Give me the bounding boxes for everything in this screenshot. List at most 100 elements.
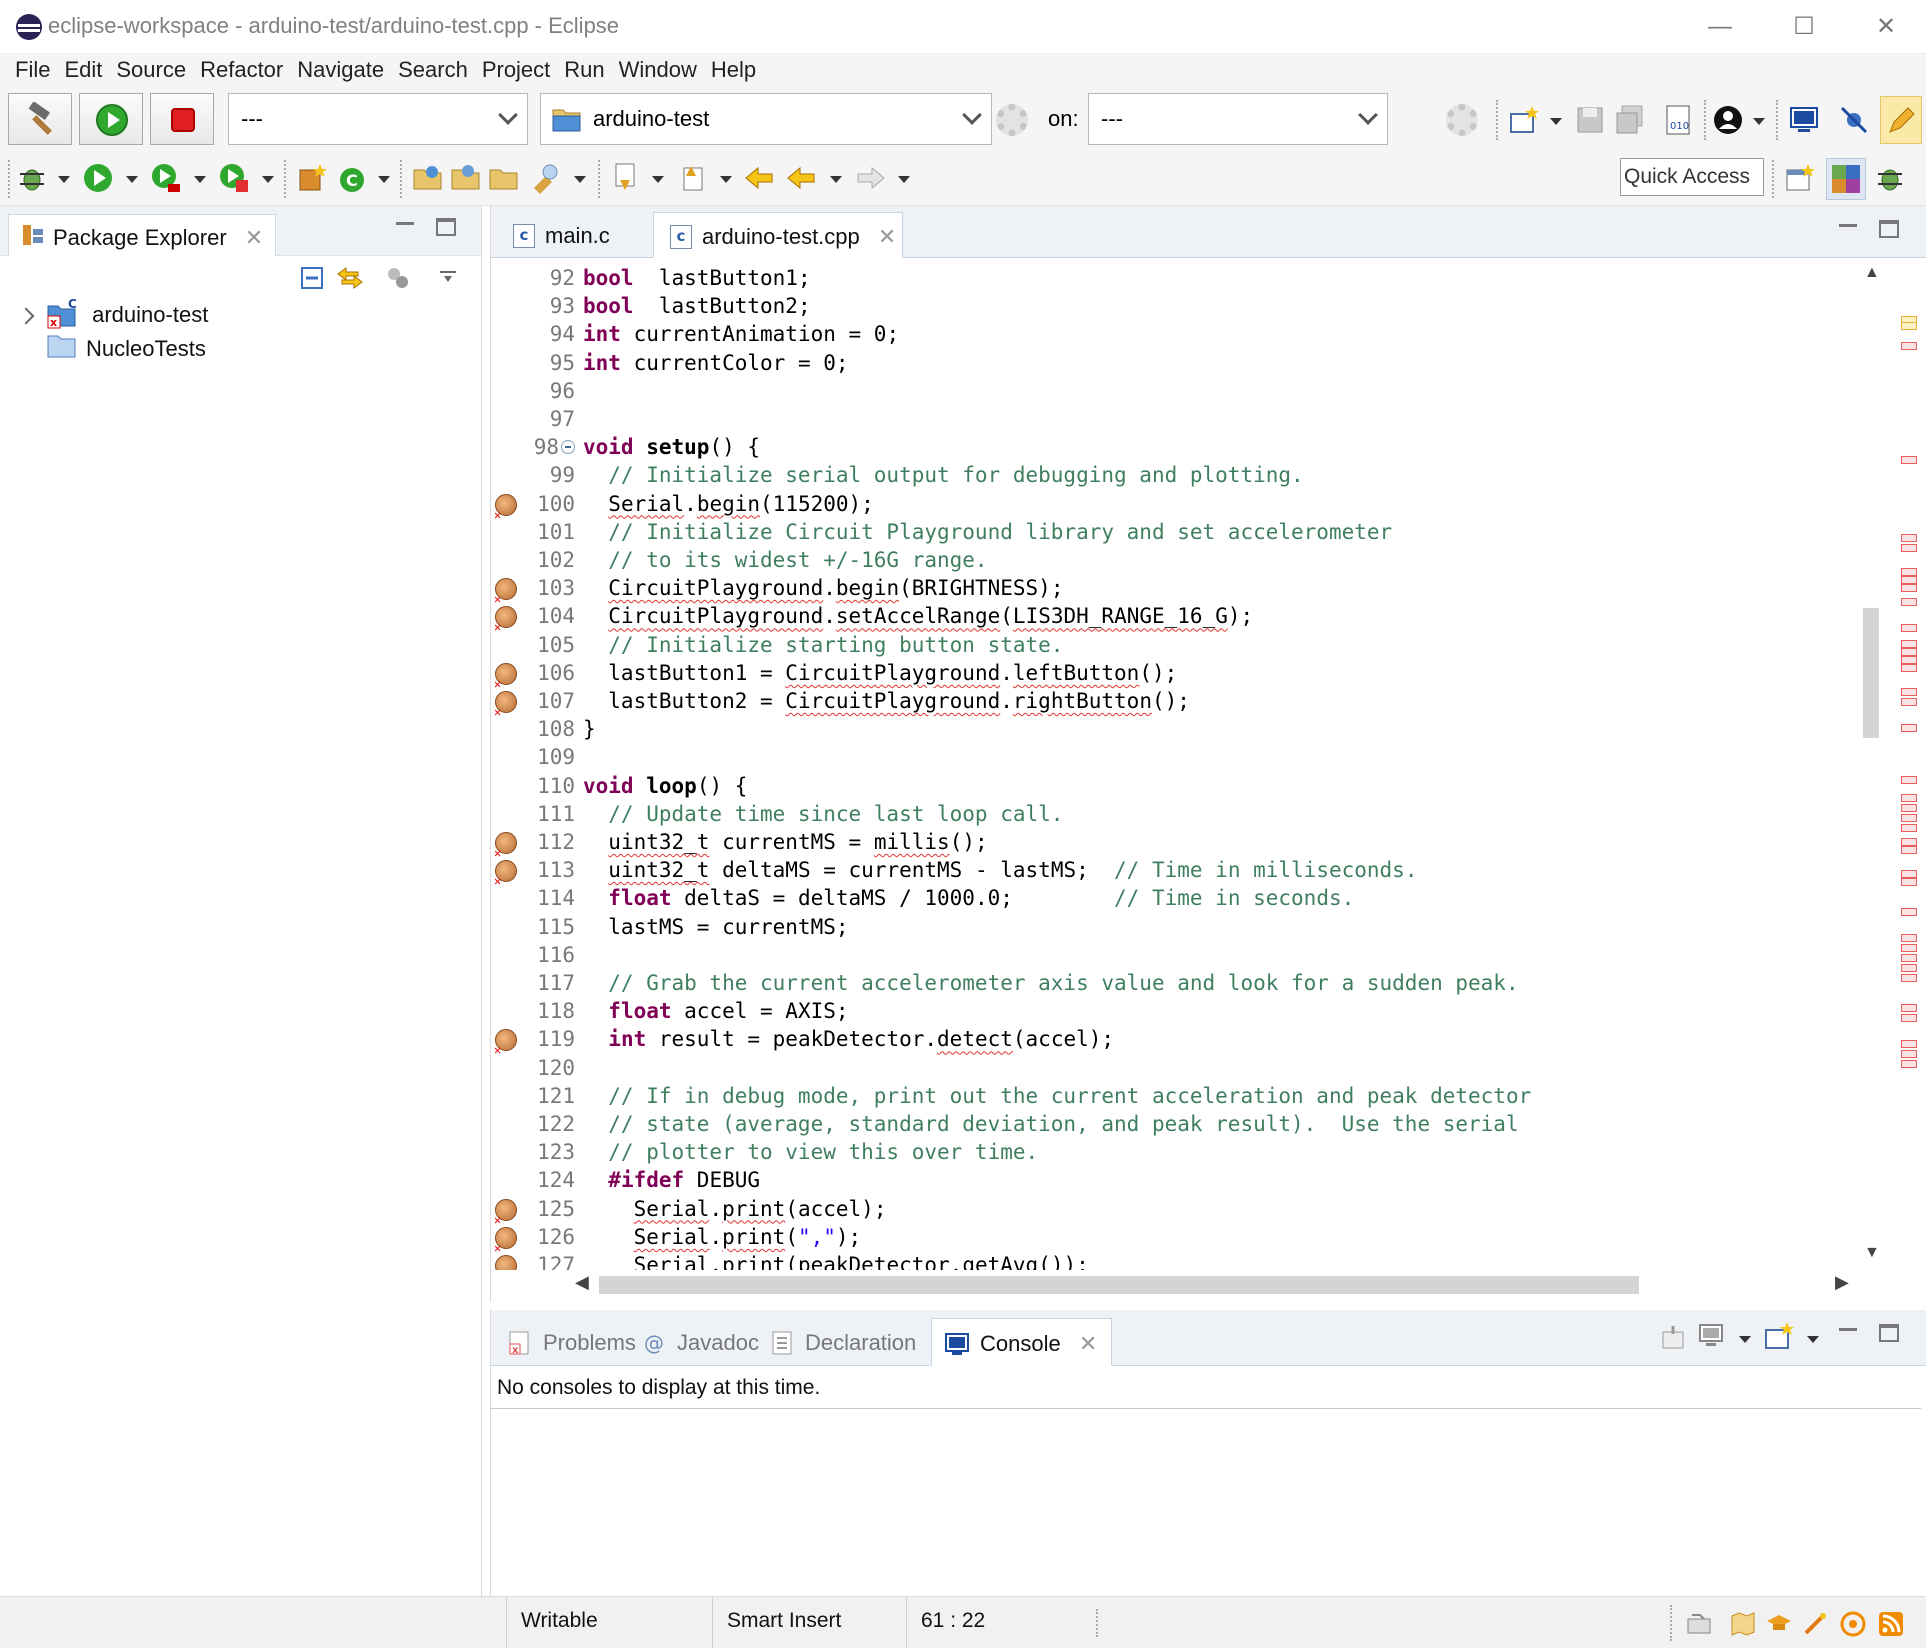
code-line[interactable]: 95 int currentColor = 0;: [491, 349, 1871, 377]
code-line[interactable]: 103 CircuitPlayground.begin(BRIGHTNESS);: [491, 574, 1871, 613]
menu-edit[interactable]: Edit: [57, 54, 109, 90]
binary-file-icon[interactable]: 010: [1662, 104, 1694, 136]
code-line[interactable]: 109: [491, 743, 1871, 771]
scroll-right-icon[interactable]: ▶: [1835, 1272, 1849, 1293]
error-marker[interactable]: [1901, 1050, 1917, 1058]
chevron-down-icon[interactable]: [830, 176, 842, 183]
launch-button[interactable]: [79, 93, 143, 145]
map-icon[interactable]: [1730, 1611, 1756, 1637]
scroll-thumb[interactable]: [1863, 608, 1879, 738]
terminal-icon[interactable]: [1788, 104, 1820, 136]
horizontal-scrollbar[interactable]: ◀ ▶: [569, 1270, 1861, 1298]
maximize-view-icon[interactable]: [1879, 1324, 1899, 1342]
tab-main-c[interactable]: c main.c: [497, 212, 655, 258]
forward-icon[interactable]: [854, 162, 886, 194]
code-line[interactable]: 99 // Initialize serial output for debug…: [491, 461, 1871, 489]
menu-window[interactable]: Window: [612, 54, 704, 90]
run-icon[interactable]: [82, 162, 114, 194]
menu-file[interactable]: File: [8, 54, 57, 90]
code-line[interactable]: 117 // Grab the current accelerometer ax…: [491, 969, 1871, 997]
new-source-icon[interactable]: C: [336, 162, 368, 194]
code-line[interactable]: 94 int currentAnimation = 0;: [491, 320, 1871, 348]
error-marker[interactable]: [1901, 794, 1917, 802]
debug-perspective-icon[interactable]: [1874, 162, 1906, 194]
c-cpp-perspective-button[interactable]: [1826, 158, 1866, 200]
error-marker[interactable]: [1901, 934, 1917, 942]
chevron-down-icon[interactable]: [1550, 118, 1562, 125]
chevron-down-icon[interactable]: [720, 176, 732, 183]
user-icon[interactable]: [1712, 104, 1744, 136]
code-line[interactable]: 126 Serial.print(",");: [491, 1223, 1871, 1262]
status-insert-mode[interactable]: Smart Insert: [712, 1597, 906, 1648]
save-all-icon[interactable]: [1614, 104, 1646, 136]
open-console-icon[interactable]: [1763, 1320, 1795, 1352]
code-line[interactable]: 114 float deltaS = deltaMS / 1000.0; // …: [491, 884, 1871, 912]
chevron-down-icon[interactable]: [898, 176, 910, 183]
minimize-view-icon[interactable]: [396, 222, 414, 225]
chevron-down-icon[interactable]: [58, 176, 70, 183]
error-marker[interactable]: [1901, 804, 1917, 812]
run-external-icon[interactable]: [150, 162, 182, 194]
menu-project[interactable]: Project: [475, 54, 557, 90]
launch-target-settings-icon[interactable]: [1446, 104, 1478, 136]
code-line[interactable]: 105 // Initialize starting button state.: [491, 631, 1871, 659]
tab-problems[interactable]: x Problems: [495, 1318, 646, 1366]
close-icon[interactable]: ✕: [1079, 1331, 1097, 1357]
close-window-button[interactable]: ✕: [1848, 4, 1924, 50]
error-marker[interactable]: [1901, 664, 1917, 672]
code-line[interactable]: 102 // to its widest +/-16G range.: [491, 546, 1871, 574]
code-line[interactable]: 112 uint32_t currentMS = millis();: [491, 828, 1871, 867]
error-marker[interactable]: [1901, 598, 1917, 606]
stop-button[interactable]: [150, 93, 214, 145]
code-line[interactable]: 107 lastButton2 = CircuitPlayground.righ…: [491, 687, 1871, 726]
error-marker[interactable]: [1901, 846, 1917, 854]
error-marker[interactable]: [1901, 534, 1917, 542]
error-marker[interactable]: [1901, 456, 1917, 464]
code-line[interactable]: 93 bool lastButton2;: [491, 292, 1871, 320]
chevron-down-icon[interactable]: [652, 176, 664, 183]
code-line[interactable]: 113 uint32_t deltaMS = currentMS - lastM…: [491, 856, 1871, 895]
scroll-left-icon[interactable]: ◀: [575, 1272, 589, 1293]
error-marker[interactable]: [1901, 724, 1917, 732]
progress-icon[interactable]: [1686, 1611, 1712, 1637]
collapse-all-icon[interactable]: [298, 264, 326, 292]
launch-mode-combo[interactable]: ---: [228, 93, 528, 145]
scroll-thumb[interactable]: [599, 1276, 1639, 1294]
scroll-up-icon[interactable]: ▲: [1864, 264, 1880, 282]
chevron-down-icon[interactable]: [1739, 1336, 1751, 1343]
error-marker[interactable]: [1901, 584, 1917, 592]
tab-javadoc[interactable]: @ Javadoc: [629, 1318, 769, 1366]
open-folder-icon[interactable]: [412, 162, 444, 194]
error-marker[interactable]: [1901, 656, 1917, 664]
code-line[interactable]: 118 float accel = AXIS;: [491, 997, 1871, 1025]
close-icon[interactable]: ✕: [878, 224, 896, 250]
code-line[interactable]: 124 #ifdef DEBUG: [491, 1166, 1871, 1194]
error-marker[interactable]: [1901, 698, 1917, 706]
menu-refactor[interactable]: Refactor: [193, 54, 290, 90]
code-line[interactable]: 125 Serial.print(accel);: [491, 1195, 1871, 1234]
code-line[interactable]: 97: [491, 405, 1871, 433]
code-line[interactable]: 98 void setup() {: [491, 433, 1871, 461]
maximize-view-icon[interactable]: [1879, 220, 1899, 238]
tab-console[interactable]: Console ✕: [931, 1318, 1113, 1366]
code-line[interactable]: 127 Serial.print(peakDetector.getAvg());: [491, 1251, 1871, 1270]
highlight-mode-button[interactable]: [1880, 96, 1922, 144]
code-line[interactable]: 115 lastMS = currentMS;: [491, 913, 1871, 941]
error-marker[interactable]: [1901, 342, 1917, 350]
tree-item-arduino-test[interactable]: C x arduino-test: [17, 298, 208, 329]
skip-breakpoints-icon[interactable]: [1838, 104, 1870, 136]
chevron-down-icon[interactable]: [1753, 118, 1765, 125]
code-editor[interactable]: 92 bool lastButton1; 93 bool lastButton2; 94…: [491, 258, 1871, 1270]
debug-icon[interactable]: [16, 162, 48, 194]
marketplace-icon[interactable]: [1840, 1611, 1866, 1637]
error-marker[interactable]: [1901, 824, 1917, 832]
launch-config-settings-icon[interactable]: [996, 104, 1028, 136]
menu-help[interactable]: Help: [704, 54, 763, 90]
error-marker[interactable]: [1901, 544, 1917, 552]
previous-annotation-icon[interactable]: [676, 162, 708, 194]
code-line[interactable]: 121 // If in debug mode, print out the c…: [491, 1082, 1871, 1110]
code-line[interactable]: 96: [491, 377, 1871, 405]
save-icon[interactable]: [1574, 104, 1606, 136]
vertical-scrollbar[interactable]: ▲ ▼: [1861, 258, 1881, 1270]
back-icon[interactable]: [786, 162, 818, 194]
